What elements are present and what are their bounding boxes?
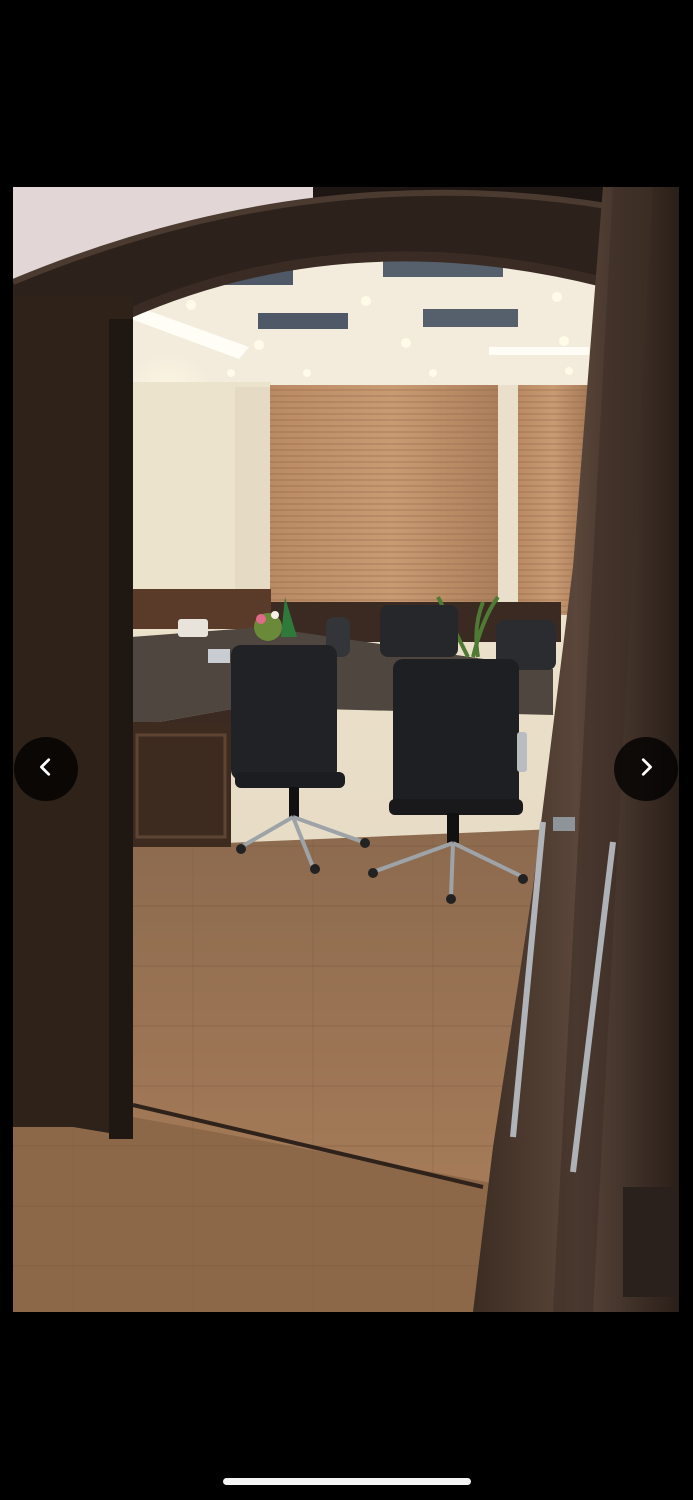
chevron-left-icon	[35, 756, 57, 782]
previous-photo-button[interactable]	[14, 737, 78, 801]
next-photo-button[interactable]	[614, 737, 678, 801]
chevron-right-icon	[635, 756, 657, 782]
photo-viewer	[0, 0, 693, 1500]
home-indicator[interactable]	[223, 1478, 471, 1485]
gallery-photo[interactable]	[13, 187, 679, 1312]
